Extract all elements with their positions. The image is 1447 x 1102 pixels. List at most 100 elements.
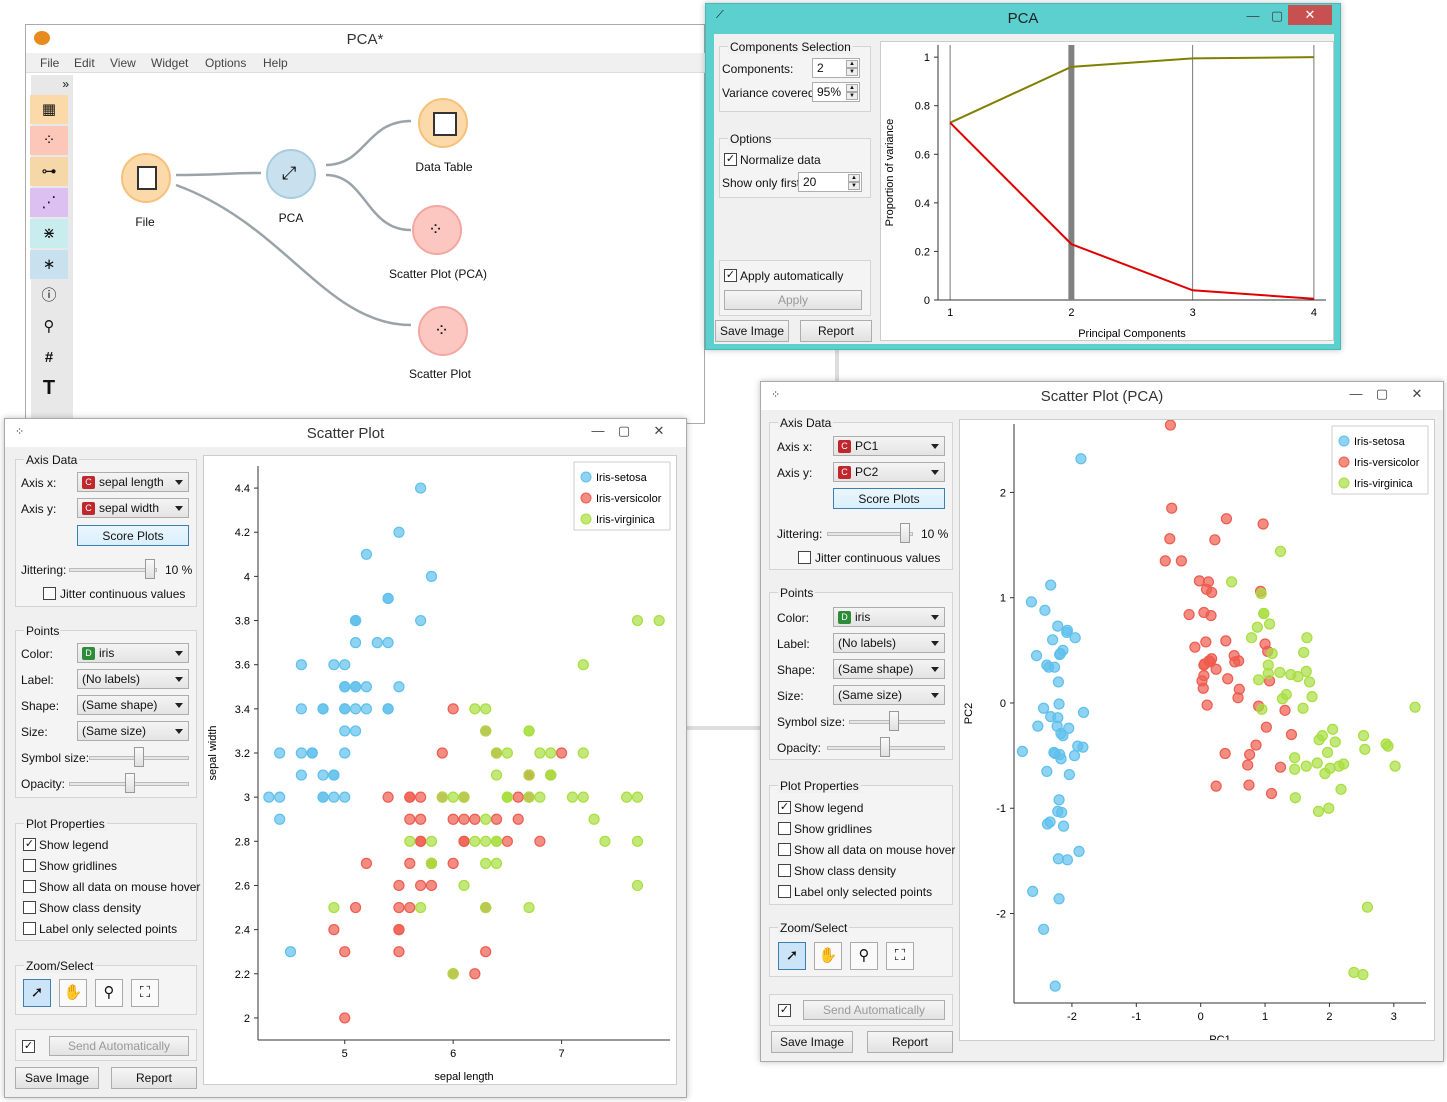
size-combo[interactable]: (Same size) [833,685,945,705]
axis-y-combo[interactable]: Csepal width [77,498,189,518]
axis-x-combo[interactable]: C PC1 [833,436,945,456]
send-automatically-button[interactable]: Send Automatically [49,1036,189,1056]
variance-spinbox[interactable]: 95% ▲ ▼ [812,82,860,102]
size-label: Size: [777,689,804,703]
size-combo[interactable]: (Same size) [77,721,189,741]
scatter-node[interactable]: ⁘ [418,306,468,356]
scatter-pca-save-image-button[interactable]: Save Image [771,1031,853,1053]
data-table-node[interactable] [418,98,468,148]
y-tick-label: 3.6 [235,660,250,672]
opacity-handle[interactable] [125,773,135,793]
virginica-point [523,901,535,914]
setosa-point [360,703,373,715]
score-plots-button[interactable]: Score Plots [833,488,945,509]
scree-plot: 1 2 3 4 0 0.2 0.4 0.6 0.8 1 Principal Components Pr… [884,45,1326,340]
pan-hand-icon[interactable]: ✋ [814,942,842,970]
score-plots-button[interactable]: Score Plots [77,525,189,546]
maximize-button[interactable]: ▢ [1367,384,1397,404]
symbol-size-handle[interactable] [889,711,899,731]
jitter-continuous-checkbox[interactable] [798,551,811,564]
close-button[interactable]: ✕ [1288,5,1332,25]
explained-variance-line [949,122,1314,300]
jitter-continuous-checkbox[interactable] [43,587,56,600]
virginica-point [653,614,665,627]
axis-y-combo[interactable]: C PC2 [833,462,945,482]
scatter-report-button[interactable]: Report [111,1067,197,1089]
show-all-data-checkbox[interactable] [778,843,791,856]
shape-combo[interactable]: (Same shape) [833,659,945,679]
setosa-point [1068,750,1081,762]
select-pointer-icon[interactable]: ➚ [778,942,806,970]
color-combo[interactable]: Diris [833,607,945,627]
versicolor-point [447,703,459,715]
scatter-window: ⁘ Scatter Plot — ▢ ✕ Axis Data Axis x: C… [4,418,687,1098]
shape-combo[interactable]: (Same shape) [77,695,189,715]
scatter-pca-titlebar[interactable]: ⁘ Scatter Plot (PCA) — ▢ ✕ [761,382,1443,410]
normalize-checkbox[interactable]: ✓ [724,153,737,166]
symbol-size-handle[interactable] [134,747,144,767]
setosa-point [1053,794,1065,806]
maximize-button[interactable]: ▢ [609,421,639,441]
scatter-plot-area[interactable]: 5 6 7 2 2.2 2.4 2.6 2.8 3 3.2 3.4 3.6 3.8 4 4.2 4.4 sepa… [203,455,677,1085]
scatter-pca-plot-area[interactable]: -2 -1 0 1 2 3 -2 -1 0 1 2 PC1 PC2 Iris-setosa Iris-ver… [959,419,1435,1046]
pca-node[interactable]: ⤢ [266,149,316,199]
versicolor-point [404,857,416,869]
setosa-point [349,681,362,693]
close-button[interactable]: ✕ [637,421,681,441]
label-combo[interactable]: (No labels) [833,633,945,653]
chevron-down-icon [931,667,939,672]
spin-down-icon[interactable]: ▼ [848,182,860,190]
versicolor-point [1210,663,1222,675]
jittering-slider-handle[interactable] [145,559,155,579]
send-automatically-checkbox[interactable]: ✓ [778,1004,791,1017]
pca-report-button[interactable]: Report [800,320,872,342]
pca-save-image-button[interactable]: Save Image [715,320,789,342]
axis-x-combo[interactable]: Csepal length [77,472,189,492]
zoom-icon[interactable]: ⚲ [95,979,123,1007]
color-combo[interactable]: Diris [77,643,189,663]
spin-up-icon[interactable]: ▲ [846,84,858,92]
show-gridlines-checkbox[interactable] [23,859,36,872]
pca-titlebar[interactable]: ⟋ PCA — ▢ ✕ [706,4,1340,34]
spin-up-icon[interactable]: ▲ [848,174,860,182]
spin-up-icon[interactable]: ▲ [846,60,858,68]
send-automatically-checkbox[interactable]: ✓ [22,1040,35,1053]
close-button[interactable]: ✕ [1395,384,1439,404]
scatter-pca-report-button[interactable]: Report [867,1031,953,1053]
pan-hand-icon[interactable]: ✋ [59,979,87,1007]
send-automatically-button[interactable]: Send Automatically [803,1000,945,1020]
file-node[interactable] [121,153,171,203]
spin-down-icon[interactable]: ▼ [846,92,858,100]
show-all-data-checkbox[interactable] [23,880,36,893]
select-pointer-icon[interactable]: ➚ [23,979,51,1007]
show-density-checkbox[interactable] [23,901,36,914]
jittering-slider-handle[interactable] [900,523,910,543]
x-tick-label: 7 [559,1048,565,1060]
pca-plot-area[interactable]: 1 2 3 4 0 0.2 0.4 0.6 0.8 1 Principal Components Pr… [880,41,1334,341]
plot-properties-caption: Plot Properties [778,779,861,793]
color-label: Color: [21,647,54,661]
reset-zoom-icon[interactable]: ⛶ [131,979,159,1007]
apply-automatically-checkbox[interactable]: ✓ [724,269,737,282]
scatter-pca-node[interactable]: ⁘ [412,205,462,255]
apply-button[interactable]: Apply [724,290,862,310]
scatter-titlebar[interactable]: ⁘ Scatter Plot — ▢ ✕ [5,419,686,447]
show-gridlines-checkbox[interactable] [778,822,791,835]
jittering-slider[interactable] [69,568,157,572]
axis-x-label: Axis x: [777,440,813,454]
zoom-icon[interactable]: ⚲ [850,942,878,970]
virginica-point [1327,723,1339,735]
opacity-handle[interactable] [880,737,890,757]
show-density-checkbox[interactable] [778,864,791,877]
label-selected-checkbox[interactable] [778,885,791,898]
virginica-point [1335,783,1347,795]
show-first-spinbox[interactable]: 20 ▲ ▼ [798,172,862,192]
components-spinbox[interactable]: 2 ▲ ▼ [812,58,860,78]
spin-down-icon[interactable]: ▼ [846,68,858,76]
show-legend-checkbox[interactable]: ✓ [23,838,36,851]
reset-zoom-icon[interactable]: ⛶ [886,942,914,970]
label-combo[interactable]: (No labels) [77,669,189,689]
scatter-save-image-button[interactable]: Save Image [15,1067,99,1089]
label-selected-checkbox[interactable] [23,922,36,935]
show-legend-checkbox[interactable]: ✓ [778,801,791,814]
